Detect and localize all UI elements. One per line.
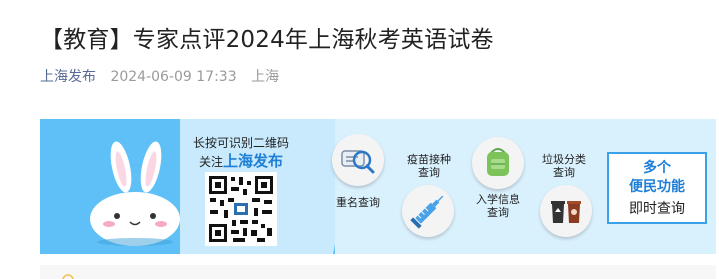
garbage-sorting-button[interactable] — [540, 185, 592, 237]
school-info-button[interactable] — [472, 137, 524, 189]
qr-follow-prefix: 关注 — [198, 155, 223, 169]
trash-bins-icon — [551, 201, 581, 223]
service-label-vaccine: 疫苗接种 查询 — [407, 153, 451, 179]
convenience-services-box[interactable]: 多个 便民功能 即时查询 — [607, 152, 707, 224]
service-label-school: 入学信息 查询 — [476, 193, 520, 219]
service-label-name: 重名查询 — [336, 196, 380, 209]
promo-line-2: 便民功能 — [629, 179, 685, 195]
qr-code-icon — [209, 176, 273, 242]
publish-date: 2024-06-09 17:33 — [110, 69, 237, 85]
article-meta: 上海发布 2024-06-09 17:33 上海 — [40, 66, 279, 86]
lightbulb-icon — [62, 274, 74, 279]
qr-follow-account: 上海发布 — [223, 152, 284, 170]
qr-follow-caption: 关注上海发布 — [191, 150, 291, 171]
name-search-icon — [341, 150, 375, 174]
publish-location: 上海 — [251, 69, 280, 85]
bunny-mascot-icon — [90, 141, 180, 246]
account-name-link[interactable]: 上海发布 — [40, 69, 96, 85]
promo-banner-image[interactable]: 长按可识别二维码 关注上海发布 重名查询 疫苗接种 查询 入学信息 查询 垃圾分… — [40, 119, 716, 254]
promo-line-1: 多个 — [643, 160, 671, 176]
vaccine-syringe-icon — [410, 195, 444, 229]
service-label-garbage: 垃圾分类 查询 — [542, 153, 586, 179]
content-strip — [40, 265, 716, 279]
qr-code[interactable] — [205, 172, 277, 246]
name-search-button[interactable] — [332, 134, 384, 186]
school-backpack-icon — [487, 148, 509, 176]
vaccine-query-button[interactable] — [402, 185, 454, 237]
promo-line-3: 即时查询 — [629, 201, 685, 217]
qr-caption: 长按可识别二维码 — [192, 136, 289, 150]
article-title: 【教育】专家点评2024年上海秋考英语试卷 — [40, 27, 494, 53]
